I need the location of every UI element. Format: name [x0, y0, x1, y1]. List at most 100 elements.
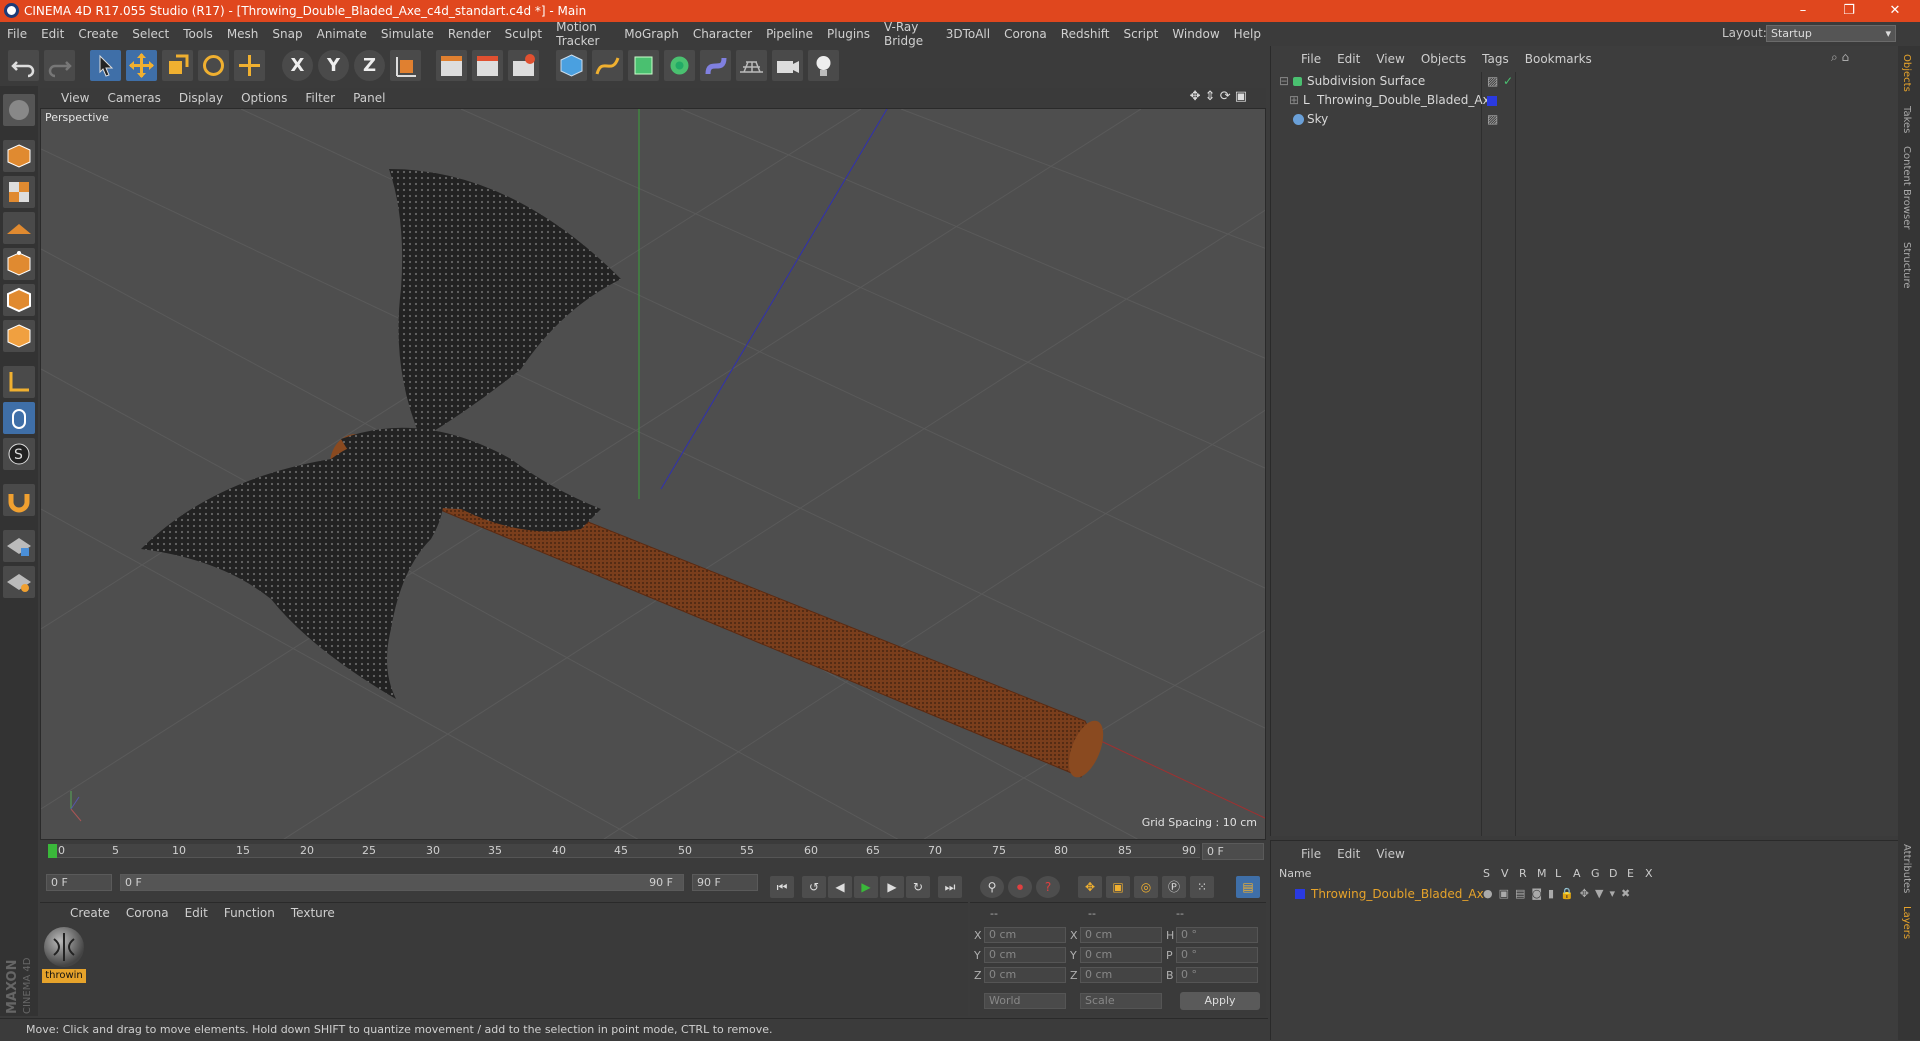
scale-tool-button[interactable]: [162, 50, 193, 81]
workplane-settings-button[interactable]: [3, 566, 35, 598]
rotation-b-field[interactable]: 0 °: [1176, 967, 1258, 983]
tab-takes[interactable]: Takes: [1901, 106, 1912, 133]
rotation-h-field[interactable]: 0 °: [1176, 927, 1258, 943]
viewport-menu-view[interactable]: View: [52, 91, 98, 105]
enabled-check-icon[interactable]: ✓: [1503, 72, 1513, 91]
z-axis-toggle[interactable]: Z: [354, 50, 385, 81]
menu-plugins[interactable]: Plugins: [820, 27, 877, 41]
record-button[interactable]: ⏺: [1008, 876, 1032, 898]
edit-visibility-icon[interactable]: ▨: [1487, 72, 1498, 91]
minimize-button[interactable]: –: [1781, 0, 1825, 22]
menu-edit[interactable]: Edit: [34, 27, 71, 41]
add-camera-button[interactable]: [772, 50, 803, 81]
menu-corona[interactable]: Corona: [997, 27, 1054, 41]
menu-redshift[interactable]: Redshift: [1054, 27, 1117, 41]
rotate-tool-button[interactable]: [198, 50, 229, 81]
tab-structure[interactable]: Structure: [1901, 242, 1912, 289]
material-menu-corona[interactable]: Corona: [118, 906, 177, 920]
coord-mode-dropdown[interactable]: World: [984, 993, 1066, 1009]
make-editable-button[interactable]: [3, 94, 35, 126]
menu-mograph[interactable]: MoGraph: [617, 27, 686, 41]
object-row-axe[interactable]: ⊞ L Throwing_Double_Bladed_Axe: [1271, 91, 1899, 110]
tab-layers[interactable]: Layers: [1901, 906, 1912, 939]
menu-script[interactable]: Script: [1117, 27, 1166, 41]
play-button[interactable]: ▶: [854, 876, 878, 898]
polygon-mode-button[interactable]: [3, 320, 35, 352]
collapse-icon[interactable]: ⊟: [1279, 72, 1289, 91]
viewport-menu-cameras[interactable]: Cameras: [98, 91, 169, 105]
model-mode-button[interactable]: [3, 140, 35, 172]
keyframe-selection-button[interactable]: ?: [1036, 876, 1060, 898]
add-mograph-button[interactable]: [664, 50, 695, 81]
next-frame-button[interactable]: ▶: [880, 876, 904, 898]
previous-key-button[interactable]: ↺: [802, 876, 826, 898]
add-floor-button[interactable]: [736, 50, 767, 81]
edit-visibility-icon[interactable]: ▨: [1487, 110, 1498, 129]
viewport-menu-options[interactable]: Options: [232, 91, 296, 105]
object-menu-tags[interactable]: Tags: [1474, 52, 1517, 66]
render-view-button[interactable]: [436, 50, 467, 81]
layer-menu-view[interactable]: View: [1368, 847, 1412, 861]
end-frame-field[interactable]: 90 F: [692, 874, 758, 891]
go-to-end-button[interactable]: ⏭: [938, 876, 962, 898]
menu-simulate[interactable]: Simulate: [374, 27, 441, 41]
menu-mesh[interactable]: Mesh: [220, 27, 266, 41]
point-mode-button[interactable]: [3, 248, 35, 280]
menu-window[interactable]: Window: [1165, 27, 1226, 41]
add-deformer-button[interactable]: [700, 50, 731, 81]
workplane-mode-button[interactable]: [3, 212, 35, 244]
menu-render[interactable]: Render: [441, 27, 498, 41]
position-y-field[interactable]: 0 cm: [984, 947, 1066, 963]
close-button[interactable]: ✕: [1873, 0, 1917, 22]
layer-color-swatch[interactable]: [1295, 889, 1305, 899]
add-light-button[interactable]: [808, 50, 839, 81]
object-row-subdivision[interactable]: ⊟ Subdivision Surface ▨ ✓: [1271, 72, 1899, 91]
layer-toggle-icons[interactable]: ●▣▤◙▮🔒✥▼▾✖: [1483, 885, 1636, 903]
move-tool-button[interactable]: [126, 50, 157, 81]
add-spline-button[interactable]: [592, 50, 623, 81]
viewport-menu-panel[interactable]: Panel: [344, 91, 394, 105]
y-axis-toggle[interactable]: Y: [318, 50, 349, 81]
viewport-nav-icons[interactable]: ✥ ⇕ ⟳ ▣: [1181, 89, 1256, 104]
object-menu-bookmarks[interactable]: Bookmarks: [1517, 52, 1600, 66]
menu-pipeline[interactable]: Pipeline: [759, 27, 820, 41]
next-key-button[interactable]: ↻: [906, 876, 930, 898]
lock-workplane-button[interactable]: [3, 530, 35, 562]
position-x-field[interactable]: 0 cm: [984, 927, 1066, 943]
current-frame-field[interactable]: 0 F: [1202, 843, 1264, 860]
menu-animate[interactable]: Animate: [310, 27, 374, 41]
position-z-field[interactable]: 0 cm: [984, 967, 1066, 983]
tweak-mode-button[interactable]: [3, 402, 35, 434]
object-menu-file[interactable]: File: [1293, 52, 1329, 66]
key-pla-button[interactable]: ⁙: [1190, 876, 1214, 898]
timeline-window-button[interactable]: ▤: [1236, 876, 1260, 898]
redo-button[interactable]: [44, 50, 75, 81]
coord-transform-dropdown[interactable]: Scale: [1080, 993, 1162, 1009]
tab-objects[interactable]: Objects: [1901, 54, 1912, 92]
menu-vray-bridge[interactable]: V-Ray Bridge: [877, 20, 939, 48]
autokey-button[interactable]: ⚲: [980, 876, 1004, 898]
layer-row[interactable]: Throwing_Double_Bladed_Axe ●▣▤◙▮🔒✥▼▾✖: [1271, 885, 1899, 903]
coordinate-system-button[interactable]: [390, 50, 421, 81]
size-y-field[interactable]: 0 cm: [1080, 947, 1162, 963]
menu-select[interactable]: Select: [125, 27, 176, 41]
object-row-sky[interactable]: Sky ▨: [1271, 110, 1899, 129]
menu-tools[interactable]: Tools: [176, 27, 220, 41]
live-select-button[interactable]: [234, 50, 265, 81]
apply-button[interactable]: Apply: [1180, 992, 1260, 1010]
render-settings-button[interactable]: [508, 50, 539, 81]
render-to-picture-viewer-button[interactable]: [472, 50, 503, 81]
perspective-viewport[interactable]: Perspective Grid Spacing : 10 cm: [40, 108, 1266, 840]
add-generator-button[interactable]: [628, 50, 659, 81]
material-menu-edit[interactable]: Edit: [177, 906, 216, 920]
search-icon[interactable]: ⌕ ⌂: [1831, 50, 1849, 65]
key-scale-button[interactable]: ▣: [1106, 876, 1130, 898]
size-x-field[interactable]: 0 cm: [1080, 927, 1162, 943]
material-menu-texture[interactable]: Texture: [283, 906, 343, 920]
key-position-button[interactable]: ✥: [1078, 876, 1102, 898]
layer-menu-file[interactable]: File: [1293, 847, 1329, 861]
key-parameter-button[interactable]: Ⓟ: [1162, 876, 1186, 898]
texture-mode-button[interactable]: [3, 176, 35, 208]
expand-icon[interactable]: ⊞: [1289, 91, 1299, 110]
rotation-p-field[interactable]: 0 °: [1176, 947, 1258, 963]
